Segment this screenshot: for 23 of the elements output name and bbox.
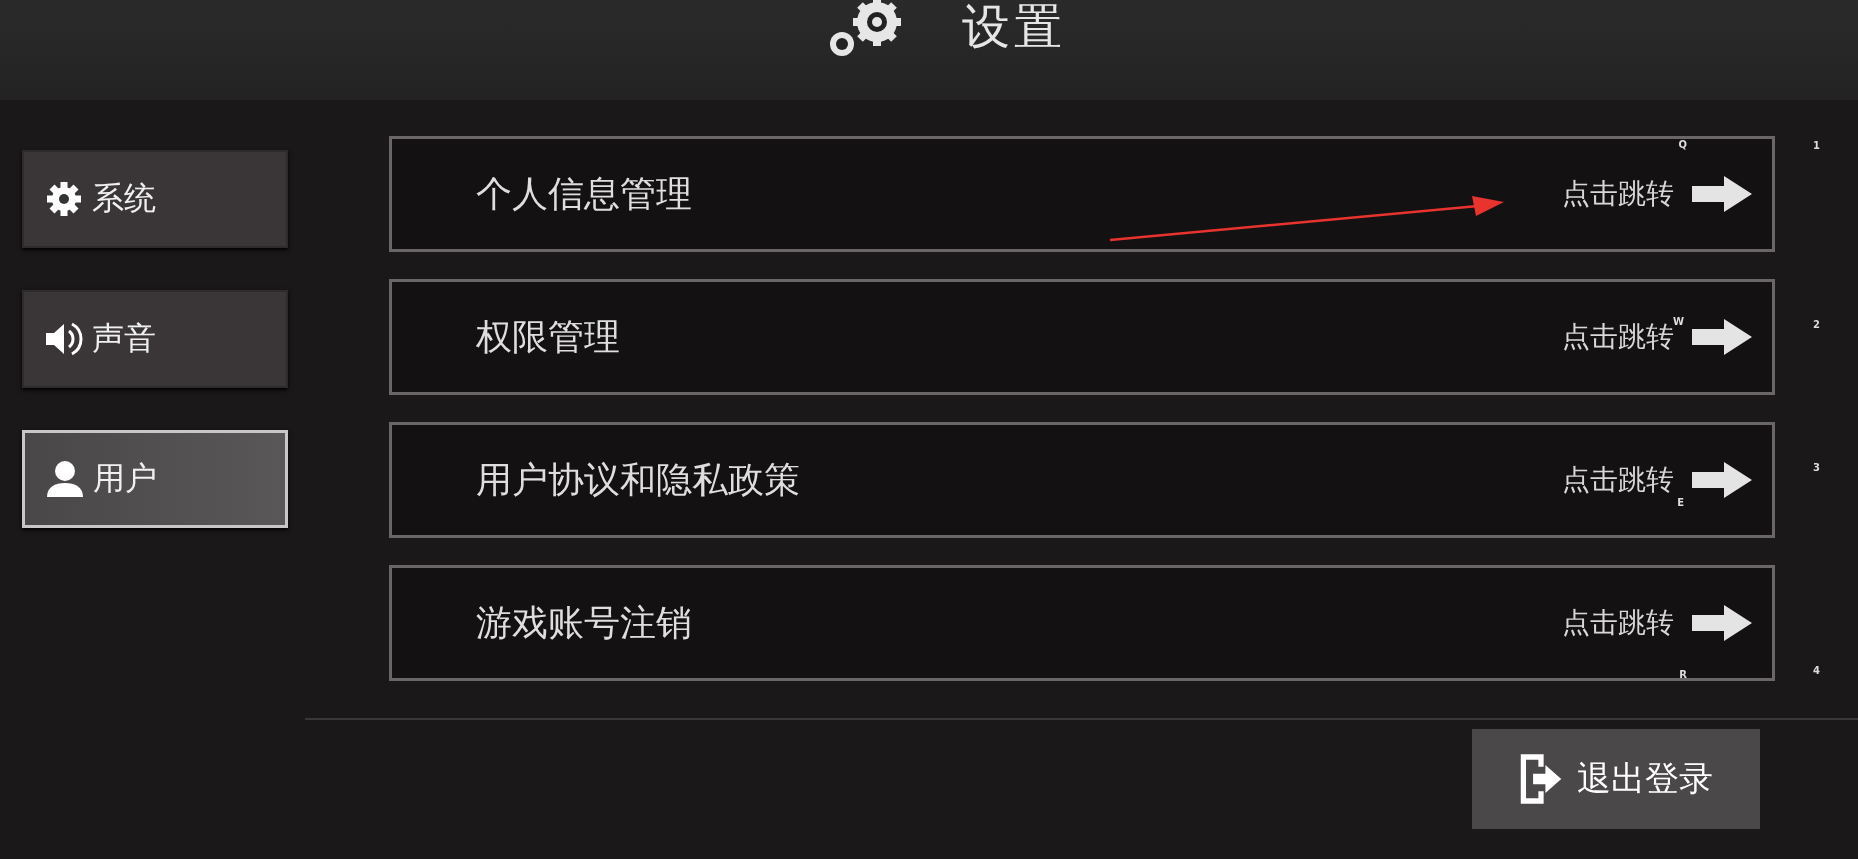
settings-row[interactable]: 游戏账号注销 点击跳转 R (389, 565, 1775, 681)
settings-row[interactable]: 个人信息管理 点击跳转 Q (389, 136, 1775, 252)
right-arrow-icon (1692, 174, 1752, 214)
hotkey-label: R (1679, 669, 1687, 680)
sidebar-tab[interactable]: 用户 (22, 430, 288, 528)
hotkey-label: Q (1678, 139, 1687, 150)
row-number: 3 (1812, 461, 1821, 475)
page-title: 设置 (962, 0, 1066, 53)
exit-door-icon (1519, 752, 1563, 806)
row-number: 4 (1812, 664, 1821, 678)
logout-button[interactable]: 退出登录 (1472, 729, 1760, 829)
sidebar-tab[interactable]: 声音 (22, 290, 288, 388)
user-icon (45, 459, 85, 499)
row-number: 1 (1812, 139, 1821, 153)
gear-icon (44, 179, 84, 219)
row-number: 2 (1812, 318, 1821, 332)
right-arrow-icon (1692, 603, 1752, 643)
settings-row[interactable]: 用户协议和隐私政策 点击跳转 E (389, 422, 1775, 538)
hotkey-label: E (1677, 497, 1684, 508)
right-arrow-icon (1692, 460, 1752, 500)
hotkey-label: W (1672, 316, 1684, 327)
sidebar-tab[interactable]: 系统 (22, 150, 288, 248)
right-arrow-icon (1692, 317, 1752, 357)
